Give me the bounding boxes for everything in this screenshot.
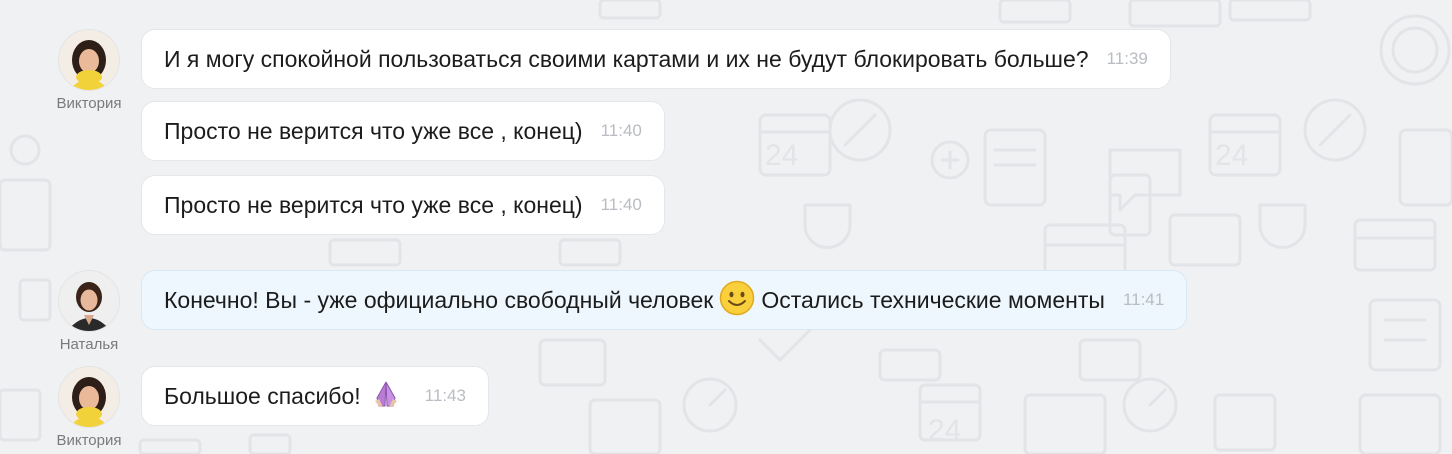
- sender-avatar-block: Виктория: [50, 366, 128, 449]
- sender-avatar-block: Виктория: [50, 29, 128, 112]
- avatar-natalia-icon: [59, 271, 119, 331]
- chat-thread: Виктория И я могу спокойной пользоваться…: [0, 0, 1452, 454]
- message-bubble[interactable]: И я могу спокойной пользоваться своими к…: [141, 29, 1171, 89]
- message-time: 11:40: [600, 195, 642, 214]
- avatar[interactable]: [58, 29, 120, 91]
- message-time: 11:43: [424, 386, 466, 405]
- message-text: Конечно! Вы - уже официально свободный ч…: [164, 286, 714, 313]
- message-text: И я могу спокойной пользоваться своими к…: [164, 45, 1089, 72]
- message-text: Остались технические моменты: [761, 286, 1105, 313]
- sender-name: Виктория: [56, 432, 122, 449]
- message-text: Просто не верится что уже все , конец): [164, 191, 583, 218]
- avatar-viktoria-icon: [59, 367, 119, 427]
- avatar[interactable]: [58, 366, 120, 428]
- message-bubble[interactable]: Просто не верится что уже все , конец) 1…: [141, 101, 665, 161]
- message-time: 11:40: [600, 121, 642, 140]
- message-bubble[interactable]: Конечно! Вы - уже официально свободный ч…: [141, 270, 1188, 330]
- smiling-face-emoji-icon: [719, 280, 755, 321]
- avatar-viktoria-icon: [59, 30, 119, 90]
- folded-hands-emoji-icon: [371, 379, 401, 414]
- message-bubble[interactable]: Просто не верится что уже все , конец) 1…: [141, 175, 665, 235]
- message-text: Просто не верится что уже все , конец): [164, 117, 583, 144]
- avatar[interactable]: [58, 270, 120, 332]
- message-bubble[interactable]: Большое спасибо! 11:43: [141, 366, 489, 426]
- sender-avatar-block: Наталья: [50, 270, 128, 353]
- message-time: 11:39: [1106, 49, 1148, 68]
- sender-name: Наталья: [59, 336, 119, 353]
- message-text: Большое спасибо!: [164, 382, 361, 409]
- message-time: 11:41: [1122, 290, 1165, 309]
- sender-name: Виктория: [56, 95, 122, 112]
